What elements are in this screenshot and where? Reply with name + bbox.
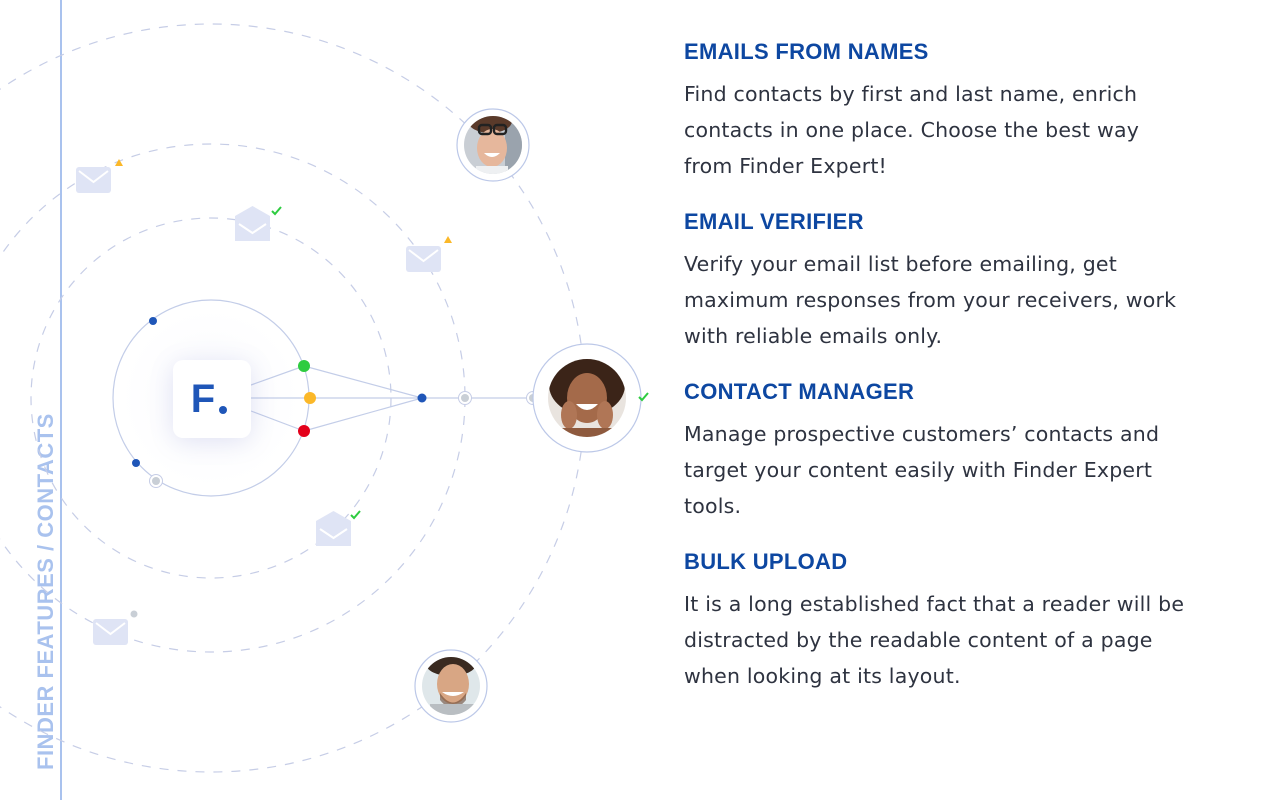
feature-description: Manage prospective customers’ contacts a…	[684, 422, 1160, 518]
envelope-icon	[93, 619, 128, 645]
envelope-icon	[76, 167, 111, 193]
check-icon	[350, 510, 361, 520]
feature-title: EMAIL VERIFIER	[684, 209, 864, 234]
feature-title: BULK UPLOAD	[684, 549, 848, 574]
node-red	[298, 425, 310, 437]
node-blue-top	[149, 317, 157, 325]
avatar-man-laughing	[414, 649, 488, 723]
feature-emails-from-names: EMAILS FROM NAMES Find contacts by first…	[684, 36, 1224, 184]
node-blue-bottom	[132, 459, 140, 467]
warning-icon	[444, 236, 452, 243]
envelope-open-icon	[316, 511, 351, 546]
features-list: EMAILS FROM NAMES Find contacts by first…	[684, 36, 1224, 716]
feature-description: It is a long established fact that a rea…	[684, 592, 1185, 688]
feature-diagram	[0, 23, 649, 773]
node-blue-hub	[417, 393, 427, 403]
check-icon	[271, 206, 282, 216]
node-green	[298, 360, 310, 372]
avatar-woman-glasses	[456, 108, 530, 182]
feature-email-verifier: EMAIL VERIFIER Verify your email list be…	[684, 206, 1224, 354]
envelope-open-icon	[235, 206, 270, 241]
feature-contact-manager: CONTACT MANAGER Manage prospective custo…	[684, 376, 1224, 524]
envelope-icon	[406, 246, 441, 272]
feature-description: Verify your email list before emailing, …	[684, 252, 1177, 348]
node-gray-1	[458, 391, 472, 405]
finder-expert-logo: F	[173, 360, 251, 438]
logo-letter: F	[190, 377, 216, 421]
node-gray-3	[149, 474, 163, 488]
feature-description: Find contacts by first and last name, en…	[684, 82, 1140, 178]
logo-dot	[219, 406, 228, 414]
avatar-woman-smiling	[532, 343, 642, 453]
pending-dot-icon	[130, 610, 138, 618]
feature-title: CONTACT MANAGER	[684, 379, 915, 404]
feature-title: EMAILS FROM NAMES	[684, 39, 929, 64]
node-yellow	[304, 392, 316, 404]
feature-bulk-upload: BULK UPLOAD It is a long established fac…	[684, 546, 1224, 694]
